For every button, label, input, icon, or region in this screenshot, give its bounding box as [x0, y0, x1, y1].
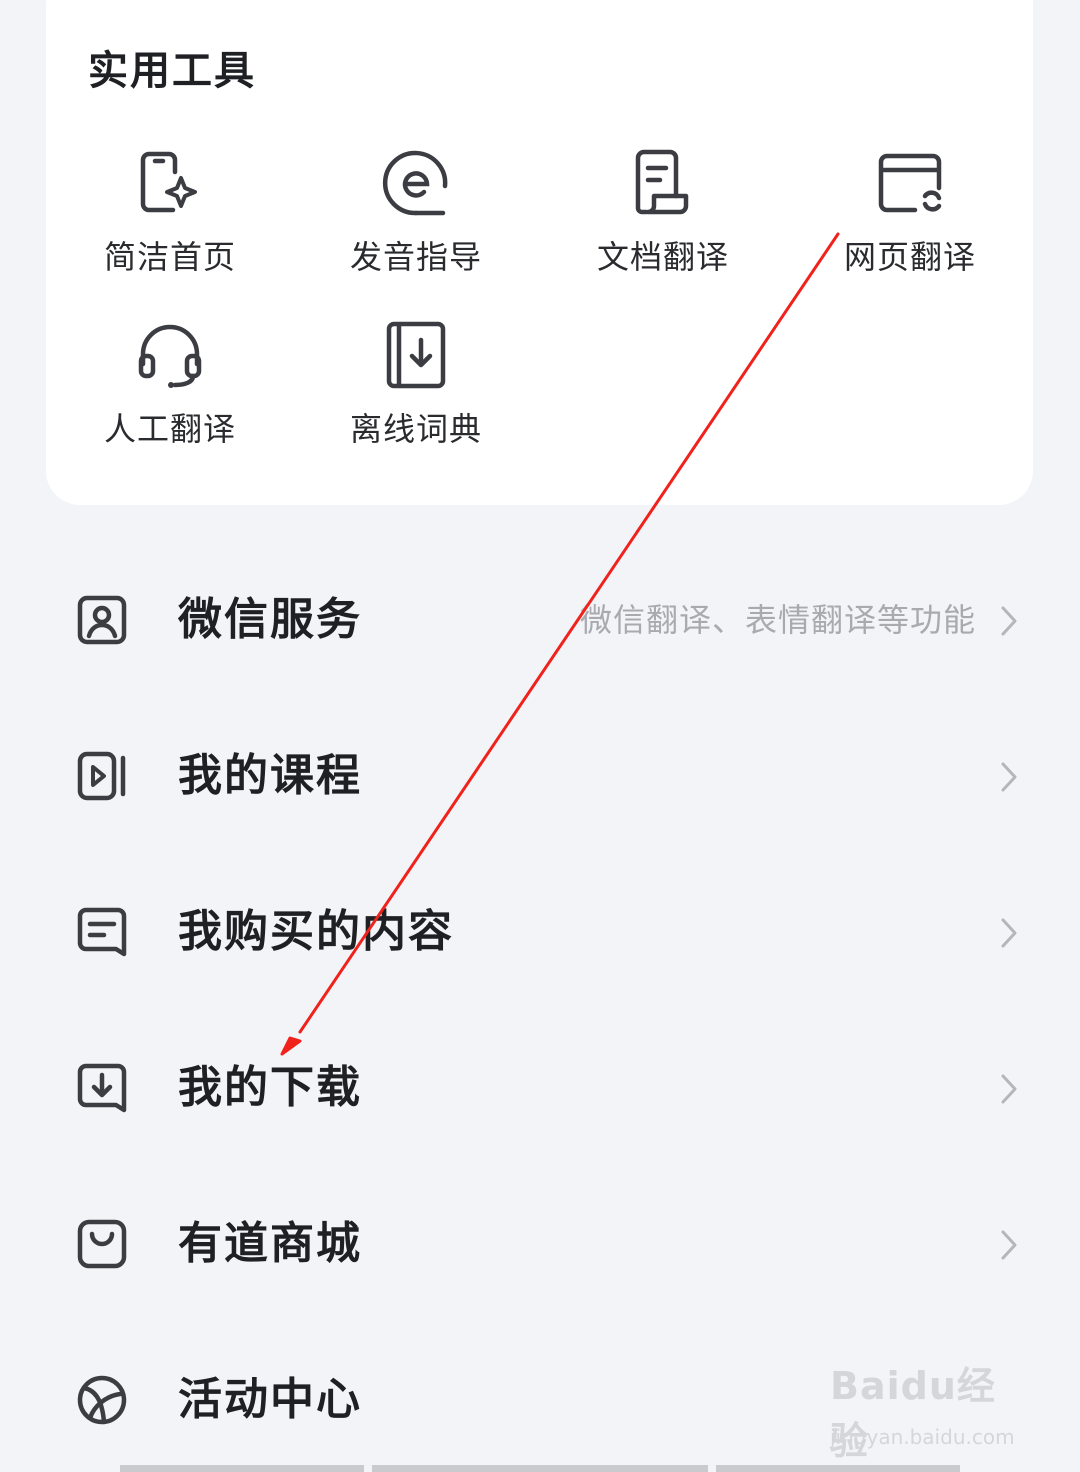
bottom-tab-strip [0, 1465, 1080, 1472]
tool-label: 简洁首页 [103, 238, 236, 276]
chevron-right-icon [1001, 762, 1017, 792]
menu-item-label: 有道商城 [178, 1218, 362, 1269]
webpage-translate-icon [878, 153, 942, 213]
tool-webpage-translate[interactable]: 网页翻译 [810, 148, 1010, 278]
menu-item-my-downloads[interactable]: 我的下载 [0, 1034, 1080, 1144]
tool-label: 离线词典 [349, 410, 482, 448]
tool-label: 人工翻译 [103, 410, 236, 448]
bottom-bar-segment [716, 1465, 960, 1472]
offline-dictionary-icon [386, 321, 446, 389]
chevron-right-icon [1001, 918, 1017, 948]
chevron-right-icon [1001, 606, 1017, 636]
ball-icon [77, 1375, 127, 1425]
menu-item-label: 活动中心 [178, 1374, 362, 1425]
menu-item-subtitle: 微信翻译、表情翻译等功能 [579, 601, 976, 639]
download-icon [77, 1063, 127, 1113]
menu-item-label: 我的课程 [178, 750, 362, 801]
watermark-url: jingyan.baidu.com [830, 1425, 1015, 1449]
tool-offline-dictionary[interactable]: 离线词典 [316, 320, 516, 450]
menu-item-youdao-store[interactable]: 有道商城 [0, 1190, 1080, 1300]
menu-item-wechat-service[interactable]: 微信服务 微信翻译、表情翻译等功能 [0, 566, 1080, 676]
tool-label: 文档翻译 [596, 238, 729, 276]
shopping-bag-icon [77, 1219, 127, 1269]
wechat-person-icon [77, 595, 127, 645]
course-video-icon [77, 751, 126, 801]
chevron-right-icon [1001, 1074, 1017, 1104]
chevron-right-icon [1001, 1230, 1017, 1260]
pronunciation-icon [382, 150, 448, 216]
document-icon [635, 149, 689, 215]
tool-label: 网页翻译 [843, 238, 976, 276]
tool-document-translate[interactable]: 文档翻译 [563, 148, 763, 278]
tools-section-title: 实用工具 [88, 48, 256, 94]
purchased-content-icon [77, 907, 127, 957]
tool-pronunciation-guide[interactable]: 发音指导 [316, 148, 516, 278]
baidu-watermark: Baidu经验 jingyan.baidu.com [830, 1355, 1030, 1463]
menu-item-purchased-content[interactable]: 我购买的内容 [0, 878, 1080, 988]
tool-human-translate[interactable]: 人工翻译 [70, 320, 270, 450]
bottom-bar-segment [372, 1465, 708, 1472]
tool-label: 发音指导 [349, 238, 482, 276]
menu-item-label: 我的下载 [178, 1062, 362, 1113]
headset-icon [138, 324, 202, 388]
tool-simple-homepage[interactable]: 简洁首页 [70, 148, 270, 278]
menu-item-label: 微信服务 [178, 594, 362, 645]
phone-sparkle-icon [140, 151, 197, 213]
menu-item-label: 我购买的内容 [178, 906, 454, 957]
menu-item-my-courses[interactable]: 我的课程 [0, 722, 1080, 832]
bottom-bar-segment [120, 1465, 364, 1472]
